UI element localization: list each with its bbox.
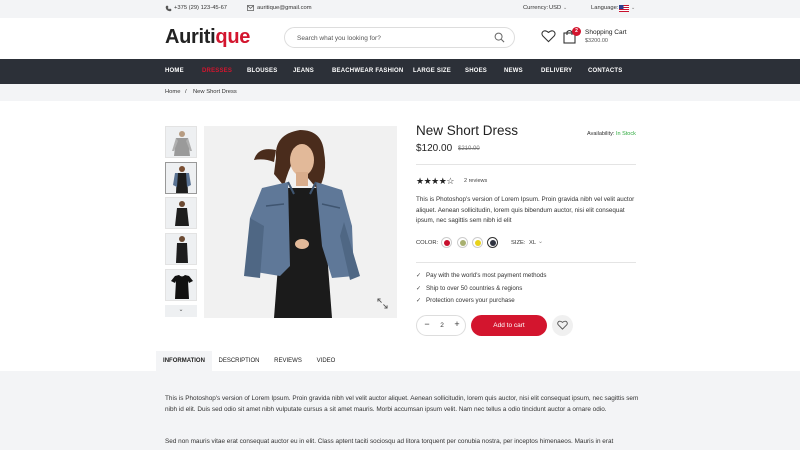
phone-number: +375 (29) 123-45-67 [174, 5, 228, 11]
main-product-image[interactable] [204, 126, 397, 318]
nav-item-beachwear-fashion[interactable]: BEACHWEAR FASHION [332, 68, 403, 74]
product-price: $120.00 [416, 143, 453, 154]
nav-item-blouses[interactable]: BLOUSES [247, 68, 277, 74]
nav-item-news[interactable]: NEWS [504, 68, 523, 74]
reviews-count[interactable]: 2 reviews [464, 178, 487, 184]
availability-status: In Stock [615, 131, 636, 137]
nav-item-jeans[interactable]: JEANS [293, 68, 314, 74]
site-logo[interactable]: Auritique [165, 26, 250, 49]
product-title: New Short Dress [416, 123, 519, 138]
currency-selector[interactable]: USD [549, 5, 561, 11]
increase-quantity-button[interactable]: + [452, 319, 462, 329]
search-box[interactable] [284, 27, 515, 48]
check-icon: ✓ [416, 272, 422, 279]
product-old-price: $210.00 [458, 146, 480, 152]
color-swatch[interactable] [457, 237, 468, 248]
feature-item: ✓ Protection covers your purchase [416, 297, 515, 304]
star-empty-icon: ☆ [446, 176, 454, 186]
availability: Availability: In Stock [587, 131, 636, 137]
cart-title[interactable]: Shopping Cart [585, 29, 627, 36]
breadcrumb-separator: / [185, 89, 187, 95]
feature-item: ✓ Pay with the world's most payment metho… [416, 272, 547, 279]
currency-chevron-down-icon[interactable]: ⌄ [563, 5, 567, 11]
gallery-scroll-down-chevron-icon[interactable]: ⌄ [165, 305, 197, 317]
size-label: SIZE: [511, 240, 526, 246]
expand-image-icon[interactable] [377, 298, 388, 311]
product-thumbnail[interactable] [165, 126, 197, 158]
size-selector[interactable]: XL [529, 240, 536, 246]
quantity-stepper: − 2 + [416, 315, 466, 336]
main-nav: HOME DRESSES BLOUSES JEANS BEACHWEAR FAS… [0, 59, 800, 84]
add-to-cart-button[interactable]: Add to cart [471, 315, 547, 336]
feature-item: ✓ Ship to over 50 countries & regions [416, 285, 523, 292]
cart-count-badge: 2 [572, 27, 581, 36]
nav-item-dresses[interactable]: DRESSES [202, 68, 232, 74]
email-icon [247, 5, 254, 13]
search-icon[interactable] [494, 32, 505, 45]
breadcrumb-current: New Short Dress [193, 89, 237, 95]
wishlist-heart-icon[interactable] [541, 29, 556, 45]
cart-amount: $3200.00 [585, 38, 608, 44]
tab-reviews[interactable]: REVIEWS [268, 351, 308, 371]
nav-item-home[interactable]: HOME [165, 68, 184, 74]
divider [416, 164, 636, 165]
search-input[interactable] [297, 32, 487, 44]
tab-description[interactable]: DESCRIPTION [214, 351, 264, 371]
availability-label: Availability: [587, 131, 615, 137]
language-label: Language: [591, 5, 619, 11]
information-paragraph: This is Photoshop's version of Lorem Ips… [165, 395, 639, 413]
phone-icon [165, 5, 172, 14]
divider [416, 262, 636, 263]
quantity-value[interactable]: 2 [437, 322, 447, 329]
add-to-wishlist-button[interactable] [552, 315, 573, 336]
color-label: COLOR: [416, 240, 439, 246]
information-paragraph: Sed non mauris vitae erat consequat auct… [165, 438, 614, 445]
nav-item-contacts[interactable]: CONTACTS [588, 68, 623, 74]
nav-item-shoes[interactable]: SHOES [465, 68, 487, 74]
product-thumbnail[interactable] [165, 162, 197, 194]
size-chevron-down-icon[interactable]: ⌄ [538, 239, 543, 245]
decrease-quantity-button[interactable]: − [422, 319, 432, 329]
product-short-description: This is Photoshop's version of Lorem Ips… [416, 196, 635, 224]
star-filled-icon: ★ [431, 176, 439, 186]
color-swatch[interactable] [472, 237, 483, 248]
rating-stars[interactable]: ★★★★☆ [416, 176, 454, 187]
breadcrumb-home[interactable]: Home [165, 89, 180, 95]
heart-icon [557, 320, 568, 330]
star-filled-icon: ★ [416, 176, 424, 186]
tab-information[interactable]: INFORMATION [156, 351, 212, 371]
nav-item-large-size[interactable]: LARGE SIZE [413, 68, 451, 74]
breadcrumb: Home / New Short Dress [0, 84, 800, 101]
product-thumbnail[interactable] [165, 269, 197, 301]
check-icon: ✓ [416, 297, 422, 304]
tab-video[interactable]: VIDEO [310, 351, 342, 371]
email-address[interactable]: auritique@gmail.com [257, 5, 312, 11]
nav-item-delivery[interactable]: DELIVERY [541, 68, 572, 74]
color-swatch[interactable] [441, 237, 452, 248]
product-thumbnail[interactable] [165, 233, 197, 265]
product-thumbnail[interactable] [165, 197, 197, 229]
us-flag-icon[interactable] [619, 5, 629, 14]
language-chevron-down-icon[interactable]: ⌄ [631, 5, 635, 11]
color-swatch-selected[interactable] [487, 237, 498, 248]
currency-label: Currency: [523, 5, 549, 11]
top-bar: +375 (29) 123-45-67 auritique@gmail.com … [0, 0, 800, 18]
check-icon: ✓ [416, 285, 422, 292]
